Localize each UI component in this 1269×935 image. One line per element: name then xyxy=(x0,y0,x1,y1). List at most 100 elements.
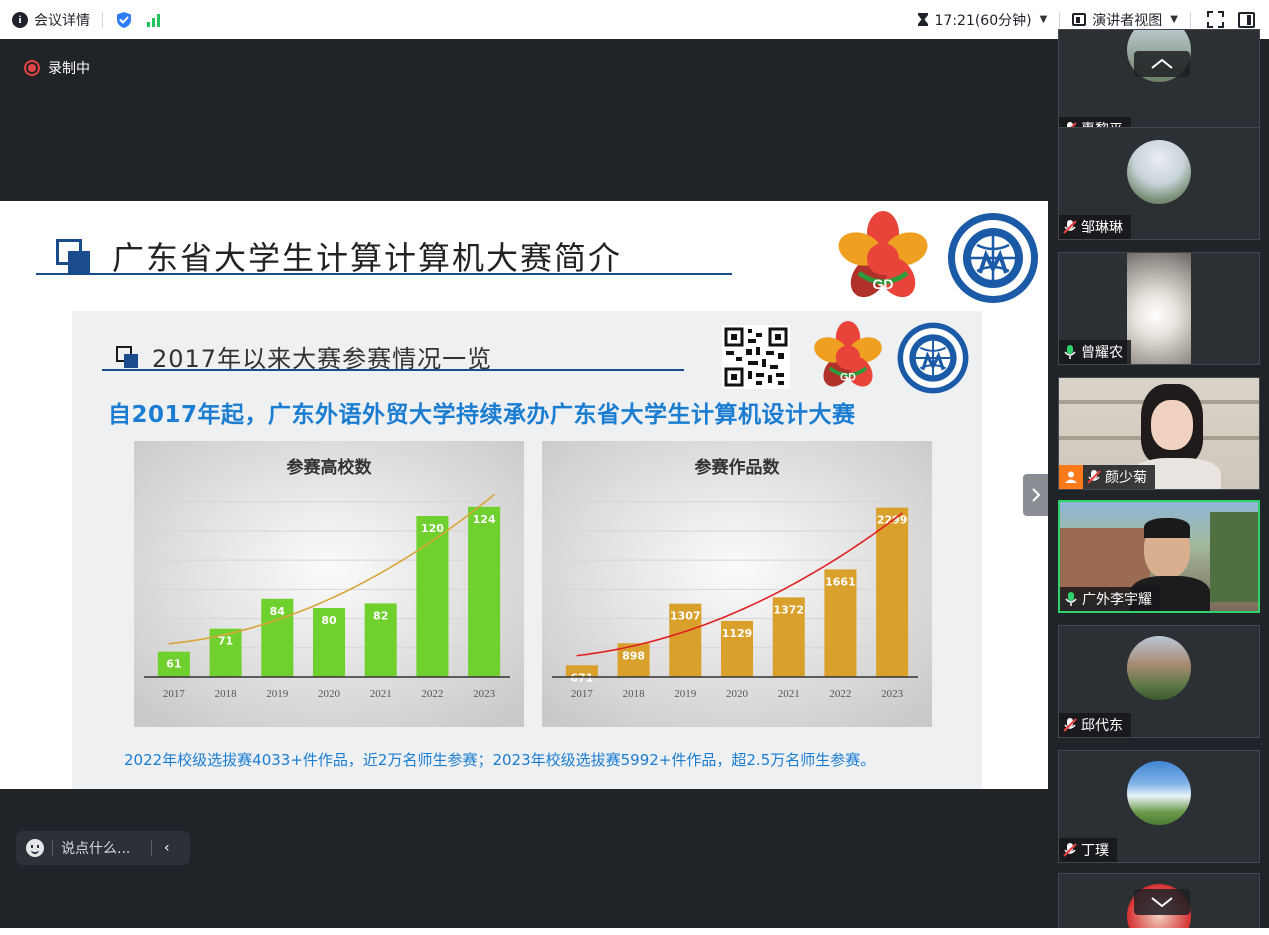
participant-tile[interactable]: 颜少菊 xyxy=(1058,377,1260,490)
avatar xyxy=(1127,761,1191,825)
bar-data-label: 82 xyxy=(373,609,388,622)
x-tick-label: 2017 xyxy=(571,688,594,700)
fullscreen-icon[interactable] xyxy=(1207,11,1224,28)
x-tick-label: 2023 xyxy=(881,688,904,700)
participant-name: 颜少菊 xyxy=(1105,470,1147,486)
mic-muted-icon xyxy=(1063,220,1077,234)
participant-tile[interactable]: 丁璞 xyxy=(1058,750,1260,863)
bar-data-label: 671 xyxy=(570,671,593,684)
chevron-up-icon xyxy=(1151,58,1173,69)
participant-tile[interactable]: 曾耀农 xyxy=(1058,252,1260,365)
x-tick-label: 2018 xyxy=(215,688,238,700)
bar-data-label: 84 xyxy=(270,605,286,618)
chart-svg: 参赛作品数 671 2017 898 2018 1307 2019 1129 2020 1372 2… xyxy=(542,441,932,727)
presenter-view-icon xyxy=(1072,13,1087,26)
svg-text:GD: GD xyxy=(840,371,856,383)
person-hair xyxy=(1144,518,1190,538)
network-signal-icon[interactable] xyxy=(147,13,160,27)
chat-input[interactable]: 说点什么... xyxy=(61,838,143,858)
scroll-up-button[interactable] xyxy=(1134,51,1190,77)
mic-icon xyxy=(1065,592,1077,606)
mic-icon xyxy=(1064,345,1076,359)
x-tick-label: 2018 xyxy=(623,688,646,700)
divider xyxy=(102,11,103,28)
record-icon xyxy=(24,60,40,76)
bar-data-label: 1129 xyxy=(722,627,753,640)
video-feed xyxy=(1127,253,1191,364)
slide-footnote: 2022年校级选拔赛4033+件作品，近2万名师生参赛；2023年校级选拔赛59… xyxy=(124,751,876,769)
chart-entries: 参赛作品数 671 2017 898 2018 1307 2019 1129 2020 1372 2… xyxy=(542,441,932,727)
square-bullet-icon xyxy=(116,345,138,368)
x-tick-label: 2021 xyxy=(370,688,392,700)
layout-sidebar-icon[interactable] xyxy=(1238,11,1255,28)
divider xyxy=(1059,11,1061,28)
info-icon[interactable]: i xyxy=(12,11,28,28)
chart-universities: 参赛高校数 61 2017 71 2018 84 2019 80 2020 82 2021 120 20… xyxy=(134,441,524,727)
top-bar-left: i 会议详情 xyxy=(0,0,160,39)
chart-background xyxy=(542,441,932,727)
emoji-icon[interactable] xyxy=(26,839,44,857)
participant-name-tag: 邱代东 xyxy=(1059,713,1131,737)
university-seal-logo xyxy=(948,213,1038,303)
chart-title: 参赛高校数 xyxy=(287,457,373,478)
chevron-right-icon xyxy=(1031,488,1040,502)
bar-data-label: 120 xyxy=(421,522,444,535)
meeting-details-button[interactable]: 会议详情 xyxy=(34,10,90,30)
expand-panel-button[interactable] xyxy=(1023,474,1048,516)
bar-data-label: 61 xyxy=(166,658,181,671)
divider xyxy=(151,840,152,856)
qr-code-icon xyxy=(722,325,790,389)
chevron-down-icon xyxy=(1151,897,1173,908)
participant-name: 邱代东 xyxy=(1081,718,1123,734)
participant-name-tag: 曾耀农 xyxy=(1059,340,1131,364)
recording-indicator[interactable]: 录制中 xyxy=(24,58,90,78)
x-tick-label: 2022 xyxy=(421,688,443,700)
inner-title-underline xyxy=(102,369,684,371)
participant-panel: 惠黎平 邹琳琳 曾耀农 颜少菊 xyxy=(1048,29,1269,935)
participant-tile[interactable]: 邹琳琳 xyxy=(1058,127,1260,240)
bar-data-label: 124 xyxy=(473,513,496,526)
x-tick-label: 2017 xyxy=(163,688,186,700)
participant-tile[interactable]: 邱代东 xyxy=(1058,625,1260,738)
mic-muted-icon xyxy=(1087,470,1101,484)
divider xyxy=(1190,11,1191,28)
x-tick-label: 2021 xyxy=(778,688,800,700)
view-chevron-down-icon[interactable]: ▼ xyxy=(1170,14,1178,25)
title-underline xyxy=(36,273,732,275)
scroll-down-button[interactable] xyxy=(1134,889,1190,915)
mic-muted-icon xyxy=(1063,718,1077,732)
chat-bar[interactable]: 说点什么... ‹ xyxy=(16,831,190,865)
bar-data-label: 898 xyxy=(622,649,645,662)
participant-name: 曾耀农 xyxy=(1081,345,1123,361)
chart-title: 参赛作品数 xyxy=(695,457,781,478)
participant-name: 广外李宇耀 xyxy=(1082,592,1152,608)
chevron-left-icon[interactable]: ‹ xyxy=(164,840,170,856)
gd-flower-logo: GD xyxy=(838,211,928,298)
meeting-timer[interactable]: 17:21(60分钟) xyxy=(935,10,1032,30)
bar-data-label: 71 xyxy=(218,635,233,648)
x-tick-label: 2019 xyxy=(266,688,289,700)
inner-slide: 2017年以来大赛参赛情况一览 GD 自2017年起，广东外语外贸大学持续承办广… xyxy=(72,311,982,789)
x-tick-label: 2019 xyxy=(674,688,697,700)
shared-screen-area: 录制中 广东省大学生计算计算机大赛简介 GD 2017年以来大赛参赛情况一览 G… xyxy=(0,39,1048,935)
presenter-view-button[interactable]: 演讲者视图 xyxy=(1092,10,1162,30)
participant-name-tag: 颜少菊 xyxy=(1059,465,1155,489)
slide-subtitle: 自2017年起，广东外语外贸大学持续承办广东省大学生计算机设计大赛 xyxy=(108,402,856,428)
participant-name: 丁璞 xyxy=(1081,843,1109,859)
person-face xyxy=(1151,400,1193,450)
recording-label: 录制中 xyxy=(48,61,90,77)
participant-name: 邹琳琳 xyxy=(1081,220,1123,236)
x-tick-label: 2020 xyxy=(726,688,749,700)
shield-check-icon[interactable] xyxy=(115,11,133,29)
x-tick-label: 2023 xyxy=(473,688,496,700)
presentation-slide: 广东省大学生计算计算机大赛简介 GD 2017年以来大赛参赛情况一览 GD 自2… xyxy=(0,201,1048,789)
participant-name-tag: 邹琳琳 xyxy=(1059,215,1131,239)
participant-tile-active[interactable]: 广外李宇耀 xyxy=(1058,500,1260,613)
timer-chevron-down-icon[interactable]: ▼ xyxy=(1040,14,1048,25)
participant-tile[interactable]: 惠黎平 xyxy=(1058,29,1260,142)
bottom-toolbar-edge xyxy=(0,928,1269,935)
gd-flower-logo-small: GD xyxy=(814,321,882,387)
hourglass-icon xyxy=(917,13,928,26)
bar-data-label: 80 xyxy=(321,614,337,627)
chart-bar xyxy=(468,506,501,677)
